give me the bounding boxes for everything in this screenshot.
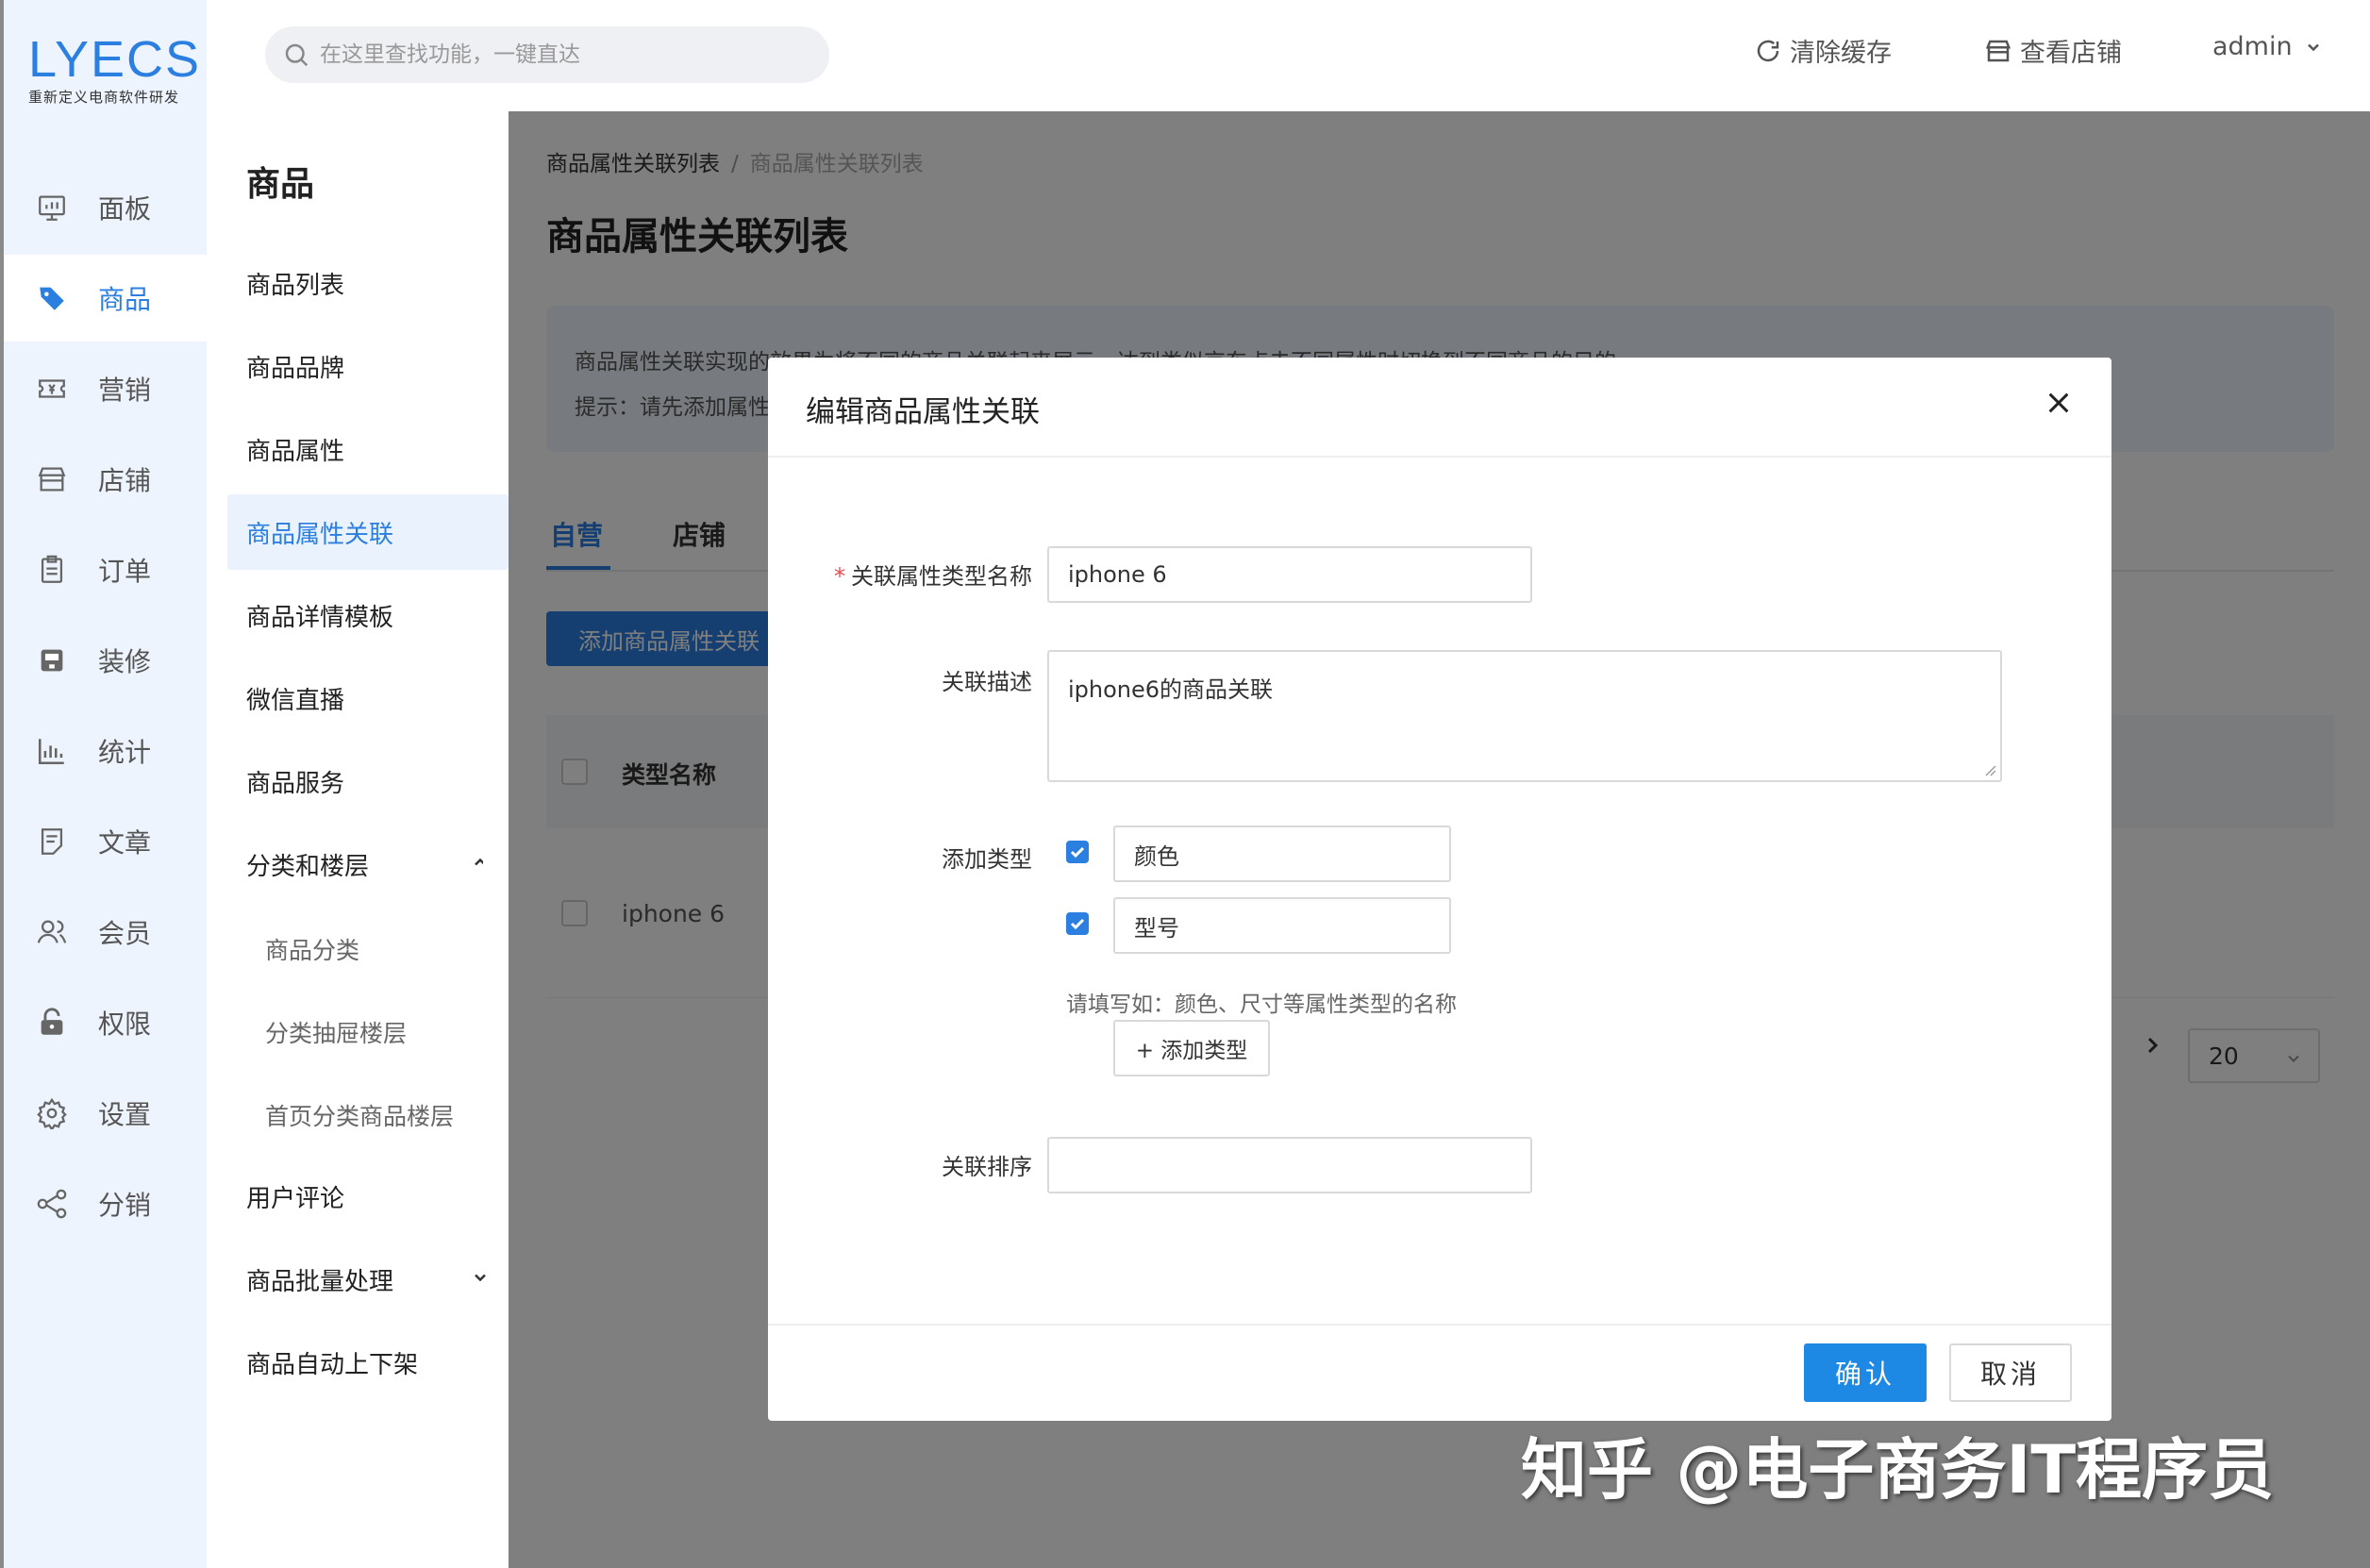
rail-item-distribution[interactable]: 分销 [4,1160,207,1247]
user-menu[interactable]: admin [2212,32,2323,61]
ticket-icon [39,379,65,398]
chevron-down-icon [475,1274,486,1282]
dashboard-icon [39,195,65,221]
resize-handle-icon[interactable] [1983,763,1996,776]
rail-label: 商品 [98,284,152,315]
confirm-button[interactable]: 确认 [1804,1343,1927,1402]
type-name-input[interactable]: iphone 6 [1047,546,1532,603]
rail-item-marketing[interactable]: 营销 [4,345,207,432]
description-label: 关联描述 [942,669,1032,695]
check-icon [1070,918,1085,930]
rail-label: 装修 [98,646,152,677]
search-input[interactable] [320,42,810,67]
rail-label: 分销 [98,1190,152,1221]
divider [768,456,2111,458]
rail-item-orders[interactable]: 订单 [4,526,207,613]
type-name-label: * 关联属性类型名称 [834,563,1032,590]
rail-item-settings[interactable]: 设置 [4,1070,207,1157]
add-type-button[interactable]: + 添加类型 [1113,1020,1270,1076]
clear-cache-label: 清除缓存 [1790,39,1892,68]
type-hint: 请填写如：颜色、尺寸等属性类型的名称 [1066,993,1457,1017]
rail-label: 会员 [98,918,152,949]
sort-input[interactable] [1047,1137,1532,1193]
rail-label: 面板 [98,193,152,225]
divider [768,1324,2111,1326]
rail-label: 文章 [98,827,152,859]
icon-rail: LYECS 重新定义电商软件研发 面板 商品 营销 店铺 订单 装修 统计 文章… [0,0,207,1568]
submenu-item-wechat-live[interactable]: 微信直播 [227,660,509,736]
submenu-item-goods-list[interactable]: 商品列表 [227,245,509,321]
lock-icon [41,1008,63,1035]
clipboard-icon [41,555,63,583]
secondary-menu: 商品 商品列表 商品品牌 商品属性 商品属性关联 商品详情模板 微信直播 商品服… [207,0,509,1568]
submenu-item-reviews[interactable]: 用户评论 [227,1159,509,1234]
submenu-item-brand[interactable]: 商品品牌 [227,328,509,404]
rail-label: 营销 [98,375,152,406]
view-store-label: 查看店铺 [2020,39,2122,68]
close-icon[interactable] [2044,388,2074,418]
bar-chart-icon [38,739,64,765]
check-icon [1070,846,1085,859]
users-icon [37,920,67,943]
submenu-item-category[interactable]: 商品分类 [227,911,509,987]
rail-item-decorate[interactable]: 装修 [4,617,207,704]
submenu-item-attribute-relation[interactable]: 商品属性关联 [227,494,509,570]
rail-label: 统计 [98,737,152,768]
rail-item-dashboard[interactable]: 面板 [4,164,207,251]
description-value: iphone6的商品关联 [1068,676,1274,703]
submenu-item-auto-shelf[interactable]: 商品自动上下架 [227,1325,509,1400]
search-icon [285,43,309,67]
submenu-title: 商品 [246,165,315,204]
watermark: 知乎 @电子商务IT程序员 [1521,1431,2275,1509]
rail-item-articles[interactable]: 文章 [4,798,207,885]
logo-mark: LYECS [28,31,202,88]
rail-item-goods[interactable]: 商品 [4,255,207,342]
type-checkbox-model[interactable] [1066,912,1089,935]
view-store-button[interactable]: 查看店铺 [1984,32,2122,69]
gear-icon [37,1097,67,1129]
chevron-down-icon [2307,43,2319,51]
article-icon [41,828,63,855]
top-header: 清除缓存 查看店铺 admin [207,0,2370,111]
rail-item-stats[interactable]: 统计 [4,708,207,794]
logo: LYECS 重新定义电商软件研发 [28,34,201,107]
edit-relation-dialog: 编辑商品属性关联 * 关联属性类型名称 iphone 6 关联描述 iphone6… [768,358,2111,1421]
rail-label: 设置 [98,1099,152,1130]
user-name: admin [2212,32,2293,61]
type-checkbox-color[interactable] [1066,841,1089,863]
search-box[interactable] [265,26,829,83]
submenu-item-home-floor[interactable]: 首页分类商品楼层 [227,1077,509,1153]
submenu-item-attribute[interactable]: 商品属性 [227,411,509,487]
submenu-label: 商品批量处理 [246,1267,394,1296]
clear-cache-button[interactable]: 清除缓存 [1754,32,1892,69]
rail-item-store[interactable]: 店铺 [4,436,207,523]
submenu-item-service[interactable]: 商品服务 [227,743,509,819]
rail-label: 订单 [98,556,152,587]
rail-item-members[interactable]: 会员 [4,889,207,976]
type-input-color[interactable]: 颜色 [1113,826,1451,882]
add-type-label: 添加类型 [942,846,1032,873]
type-input-model[interactable]: 型号 [1113,897,1451,954]
tag-icon [40,287,64,310]
sort-label: 关联排序 [942,1154,1032,1180]
rail-label: 店铺 [98,465,152,496]
store-icon [1985,40,2011,61]
submenu-item-batch[interactable]: 商品批量处理 [227,1242,509,1317]
share-icon [37,1189,67,1219]
submenu-label: 分类和楼层 [246,852,370,881]
submenu-item-drawer-floor[interactable]: 分类抽屉楼层 [227,994,509,1070]
refresh-icon [1757,40,1779,61]
store-icon [38,467,66,492]
decorate-icon [41,649,63,672]
logo-tagline: 重新定义电商软件研发 [28,89,180,106]
description-textarea[interactable]: iphone6的商品关联 [1047,650,2002,782]
dialog-title: 编辑商品属性关联 [806,395,1040,429]
rail-label: 权限 [98,1009,152,1040]
submenu-item-category-floor[interactable]: 分类和楼层 [227,826,509,902]
rail-item-permissions[interactable]: 权限 [4,979,207,1066]
submenu-item-detail-template[interactable]: 商品详情模板 [227,577,509,653]
cancel-button[interactable]: 取消 [1949,1343,2072,1402]
